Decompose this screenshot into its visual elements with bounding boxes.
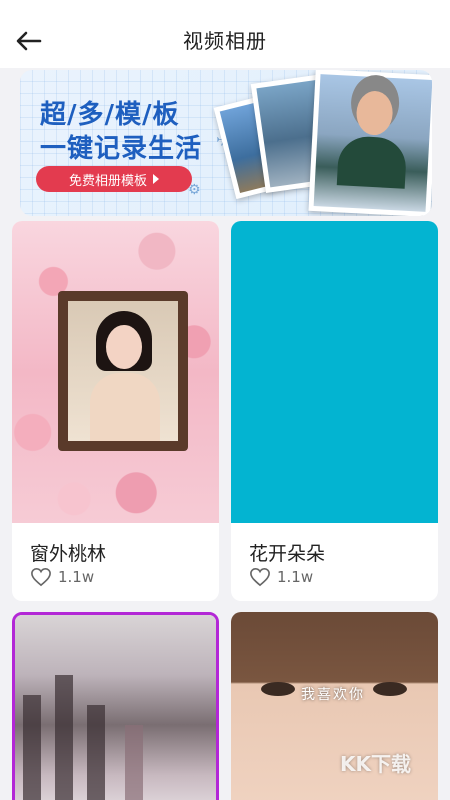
site-watermark: KK下载	[340, 752, 411, 776]
play-arrow-icon	[153, 174, 159, 184]
album-thumbnail	[15, 615, 216, 800]
album-card[interactable]: 窗外桃林 1.1w	[12, 221, 219, 601]
arrow-left-icon	[16, 31, 42, 51]
album-thumbnail	[12, 221, 219, 523]
like-count: 1.1w	[58, 568, 95, 586]
thumbnail-overlay-text: 我喜欢你	[301, 687, 365, 703]
bicycle-icon: ⚙	[188, 182, 201, 198]
free-template-label: 免费相册模板	[68, 173, 147, 189]
album-likes: 1.1w	[30, 567, 94, 587]
header-bar: 视频相册	[0, 10, 450, 68]
album-card[interactable]: 花开朵朵 1.1w	[231, 221, 438, 601]
banner-photo-portrait	[308, 70, 432, 216]
free-template-button[interactable]: 免费相册模板	[36, 166, 192, 192]
album-title: 花开朵朵	[249, 543, 326, 565]
page-title: 视频相册	[183, 28, 267, 53]
back-button[interactable]	[12, 24, 46, 58]
like-count: 1.1w	[277, 568, 314, 586]
album-card[interactable]	[12, 612, 219, 800]
heart-icon[interactable]	[30, 567, 52, 587]
album-thumbnail	[231, 221, 438, 523]
status-bar	[0, 0, 450, 10]
album-title: 窗外桃林	[30, 543, 107, 565]
page: 视频相册 超/多/模/板 一键记录生活 免费相册模板 ✈ ⚙	[0, 0, 450, 800]
promo-banner[interactable]: 超/多/模/板 一键记录生活 免费相册模板 ✈ ⚙	[20, 70, 432, 216]
album-likes: 1.1w	[249, 567, 313, 587]
banner-photo-stack	[212, 70, 432, 216]
banner-subheadline: 一键记录生活	[40, 134, 203, 164]
heart-icon[interactable]	[249, 567, 271, 587]
banner-headline: 超/多/模/板	[40, 100, 180, 130]
